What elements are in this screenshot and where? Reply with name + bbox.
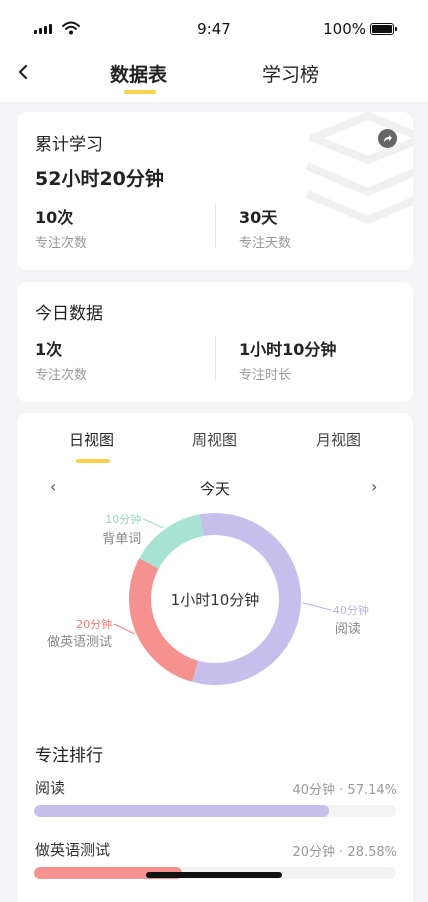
slice-value-label: 10分钟 — [105, 512, 141, 526]
slice-value-label: 40分钟 — [333, 603, 369, 617]
donut-slice — [139, 514, 204, 569]
total-focus-days: 30天 — [239, 208, 278, 227]
active-tab-indicator — [124, 90, 156, 94]
back-icon[interactable] — [14, 60, 34, 84]
date-label: 今天 — [199, 480, 230, 498]
donut-center-label: 1小时10分钟 — [171, 591, 260, 609]
total-study-card: 累计学习 52小时20分钟 10次 专注次数 30天 专注天数 — [17, 112, 413, 270]
next-day-icon[interactable]: › — [371, 477, 377, 496]
tab-leaderboard[interactable]: 学习榜 — [262, 60, 319, 87]
layers-decoration-icon — [305, 112, 413, 224]
slice-leader-line — [113, 623, 135, 635]
slice-label: 20分钟做英语测试 — [47, 617, 135, 650]
rank-item-meta: 40分钟 · 57.14% — [292, 783, 397, 798]
today-focus-duration: 1小时10分钟 — [239, 340, 337, 359]
donut-slice — [128, 558, 199, 682]
today-data-card: 今日数据 1次 专注次数 1小时10分钟 专注时长 — [17, 282, 413, 402]
today-focus-duration-label: 专注时长 — [239, 368, 292, 383]
donut-chart: 40分钟阅读 20分钟做英语测试 10分钟背单词 1小时10分钟 — [47, 512, 369, 685]
slice-label: 40分钟阅读 — [302, 602, 369, 637]
active-view-indicator — [76, 459, 110, 463]
rank-progress-track — [34, 805, 396, 817]
slice-value-label: 20分钟 — [76, 617, 112, 631]
ranking-title: 专注排行 — [35, 746, 103, 766]
slice-leader-line — [143, 518, 164, 529]
total-study-title: 累计学习 — [35, 135, 103, 155]
home-indicator — [146, 872, 282, 878]
tab-day-view[interactable]: 日视图 — [69, 429, 114, 450]
tab-data-table[interactable]: 数据表 — [110, 60, 167, 87]
top-nav: 数据表 学习榜 — [0, 52, 428, 102]
battery-percent: 100% — [323, 20, 366, 38]
rank-item-name: 阅读 — [35, 779, 66, 797]
total-duration: 52小时20分钟 — [35, 168, 164, 190]
status-bar: 9:47 100% — [0, 0, 428, 52]
slice-leader-line — [302, 602, 332, 611]
total-focus-days-label: 专注天数 — [239, 236, 292, 251]
tab-month-view[interactable]: 月视图 — [316, 429, 361, 450]
total-focus-count: 10次 — [35, 208, 74, 227]
rank-progress-fill — [34, 805, 330, 817]
rank-item-meta: 20分钟 · 28.58% — [292, 845, 397, 860]
slice-name-label: 背单词 — [102, 532, 141, 547]
battery-icon — [370, 23, 397, 35]
slice-name-label: 做英语测试 — [47, 635, 112, 650]
slice-name-label: 阅读 — [335, 622, 361, 637]
today-focus-count: 1次 — [35, 340, 63, 359]
chart-card: 日视图 周视图 月视图 ‹ 今天 › 40分钟 阅读 20分钟 做英语测试 10分钟 背单… — [17, 413, 413, 902]
tab-week-view[interactable]: 周视图 — [192, 429, 237, 450]
stat-divider — [215, 204, 216, 248]
rank-item-name: 做英语测试 — [35, 841, 111, 859]
stat-divider — [215, 336, 216, 380]
today-data-title: 今日数据 — [35, 304, 103, 324]
share-icon[interactable] — [378, 129, 397, 148]
total-focus-count-label: 专注次数 — [35, 236, 88, 251]
today-focus-count-label: 专注次数 — [35, 368, 88, 383]
